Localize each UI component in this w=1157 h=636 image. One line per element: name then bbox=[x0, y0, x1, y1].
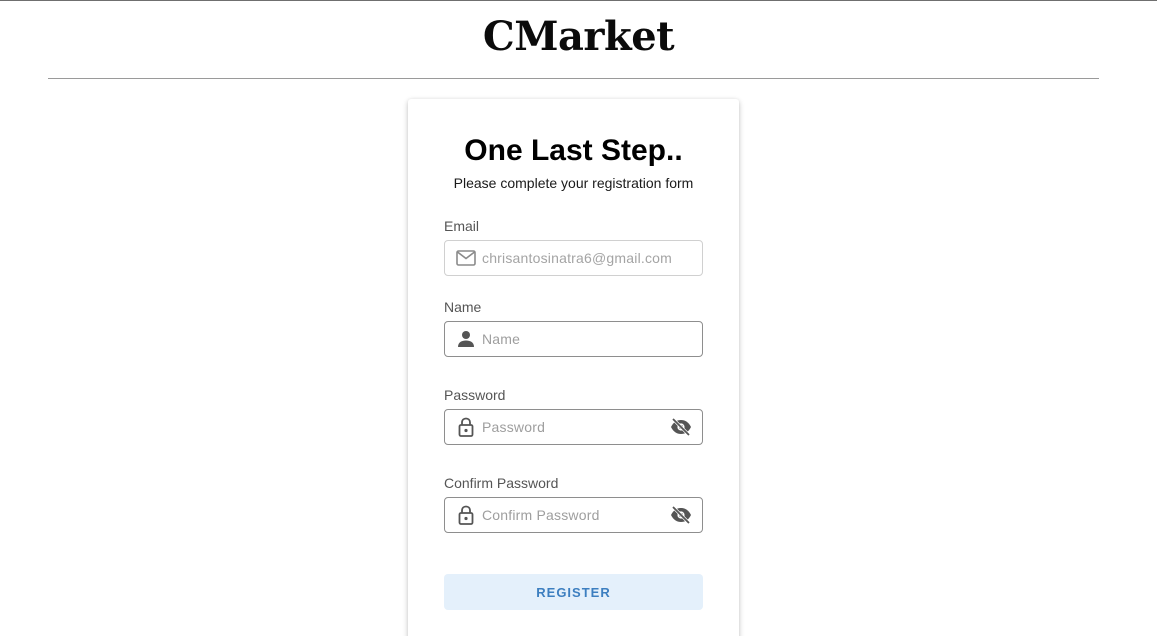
email-field bbox=[444, 240, 703, 276]
eye-off-icon[interactable] bbox=[669, 503, 693, 527]
eye-off-icon[interactable] bbox=[669, 415, 693, 439]
register-button[interactable]: REGISTER bbox=[444, 574, 703, 610]
confirm-password-label: Confirm Password bbox=[444, 475, 559, 491]
person-icon bbox=[455, 328, 477, 350]
page: CMarket One Last Step.. Please complete … bbox=[0, 0, 1157, 636]
password-field[interactable] bbox=[444, 409, 703, 445]
name-field[interactable] bbox=[444, 321, 703, 357]
registration-card: One Last Step.. Please complete your reg… bbox=[408, 99, 739, 636]
email-input bbox=[482, 241, 702, 275]
password-input[interactable] bbox=[482, 410, 669, 444]
form-subtitle: Please complete your registration form bbox=[453, 175, 694, 191]
name-label: Name bbox=[444, 299, 482, 315]
lock-icon bbox=[455, 416, 477, 438]
name-input[interactable] bbox=[482, 322, 702, 356]
form-title: One Last Step.. bbox=[464, 134, 683, 167]
brand-logo[interactable]: CMarket bbox=[0, 13, 1157, 60]
password-label: Password bbox=[444, 387, 506, 403]
confirm-password-input[interactable] bbox=[482, 498, 669, 532]
mail-icon bbox=[455, 247, 477, 269]
header-divider bbox=[48, 78, 1099, 79]
lock-icon bbox=[455, 504, 477, 526]
confirm-password-field[interactable] bbox=[444, 497, 703, 533]
email-label: Email bbox=[444, 218, 480, 234]
